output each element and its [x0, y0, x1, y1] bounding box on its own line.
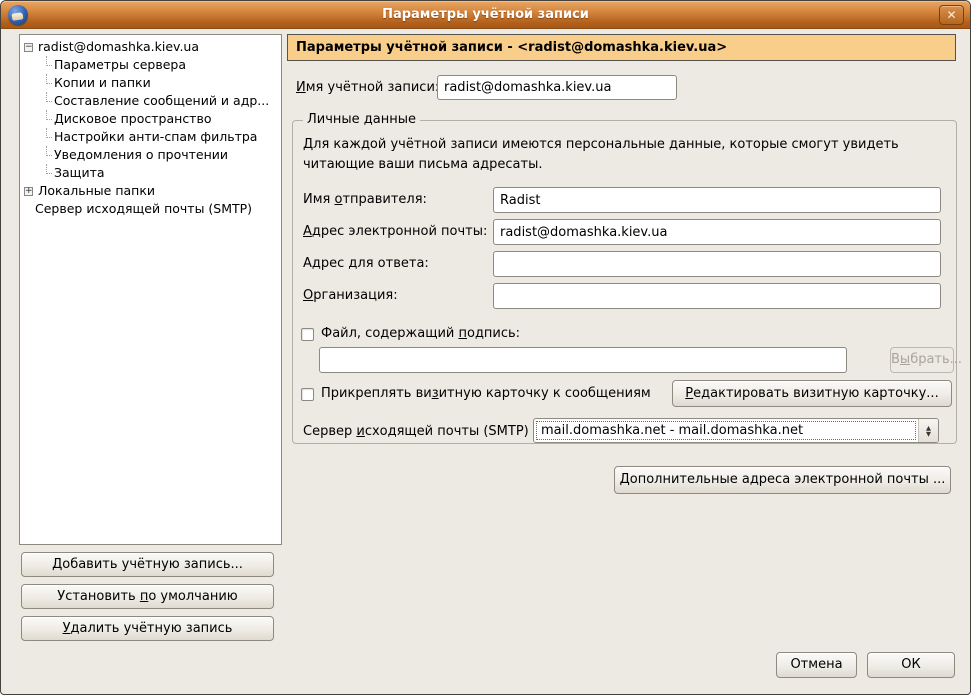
tree-connector: [46, 146, 52, 156]
tree-connector: [46, 128, 52, 138]
attach-vcard-checkbox[interactable]: [301, 388, 314, 401]
button-label-mnemonic: Р: [685, 386, 693, 401]
sender-name-input[interactable]: [493, 187, 941, 213]
tree-item-copies-folders[interactable]: Копии и папки: [20, 74, 281, 92]
reply-to-label: Адрес для ответа:: [303, 256, 429, 271]
tree-item-label: Защита: [54, 164, 105, 182]
account-name-input[interactable]: [437, 75, 677, 100]
organization-input[interactable]: [493, 283, 941, 309]
personal-data-description: Для каждой учётной записи имеются персон…: [303, 135, 928, 175]
signature-file-input[interactable]: [319, 347, 847, 373]
button-label: далить учётную запись: [70, 621, 232, 636]
tree-connector: [46, 92, 52, 102]
account-settings-dialog: Параметры учётной записи ✕ − radist@doma…: [0, 0, 971, 695]
tree-item-label: Уведомления о прочтении: [54, 146, 228, 164]
button-label: о умолчанию: [148, 589, 237, 604]
close-icon[interactable]: ✕: [939, 5, 964, 25]
window-titlebar[interactable]: Параметры учётной записи ✕: [1, 1, 970, 29]
tree-connector: [46, 110, 52, 120]
button-label-mnemonic: Д: [52, 557, 62, 572]
tree-item-label: Составление сообщений и адр...: [54, 92, 269, 110]
button-label: Установить: [57, 589, 140, 604]
cancel-button[interactable]: Отмена: [776, 652, 857, 678]
tree-item-label: Дисковое пространство: [54, 110, 211, 128]
accounts-tree[interactable]: − radist@domashka.kiev.ua Параметры серв…: [19, 34, 282, 545]
button-label-mnemonic: Д: [620, 472, 630, 487]
organization-label: Организация:: [303, 288, 398, 303]
dropdown-stepper[interactable]: ▲ ▼: [918, 419, 938, 442]
tree-item-label: Настройки анти-спам фильтра: [54, 128, 257, 146]
tree-item-security[interactable]: Защита: [20, 164, 281, 182]
button-label: едактировать визитную карточку...: [693, 386, 939, 401]
chevron-down-icon: ▼: [926, 431, 931, 437]
signature-file-checkbox[interactable]: [301, 328, 314, 341]
tree-connector: [46, 164, 52, 174]
tree-item-server-settings[interactable]: Параметры сервера: [20, 56, 281, 74]
smtp-server-selected-value: mail.domashka.net - mail.domashka.net: [536, 421, 916, 440]
tree-item-local-folders[interactable]: + Локальные папки: [20, 182, 281, 200]
tree-item-junk-settings[interactable]: Настройки анти-спам фильтра: [20, 128, 281, 146]
page-title: Параметры учётной записи - <radist@domas…: [287, 34, 956, 61]
tree-item-label: Параметры сервера: [54, 56, 186, 74]
add-account-button[interactable]: Добавить учётную запись...: [21, 552, 274, 577]
tree-item-label: Локальные папки: [38, 182, 155, 200]
reply-to-input[interactable]: [493, 251, 941, 277]
email-label: Адрес электронной почты:: [303, 224, 487, 239]
button-label: обавить учётную запись...: [62, 557, 243, 572]
sender-name-label: Имя отправителя:: [303, 192, 427, 207]
tree-connector: [46, 74, 52, 84]
email-input[interactable]: [493, 219, 941, 245]
window-title: Параметры учётной записи: [1, 1, 970, 29]
button-label: брать...: [910, 352, 962, 367]
tree-item-label: radist@domashka.kiev.ua: [38, 38, 199, 56]
button-label: ополнительные адреса электронной почты .…: [630, 472, 946, 487]
tree-item-account-root[interactable]: − radist@domashka.kiev.ua: [20, 38, 281, 56]
tree-item-label: Копии и папки: [54, 74, 151, 92]
tree-connector: [46, 56, 52, 66]
button-label-mnemonic: ы: [900, 352, 910, 367]
collapse-icon[interactable]: −: [24, 43, 33, 52]
tree-item-label: Сервер исходящей почты (SMTP): [35, 200, 252, 218]
choose-signature-button: Выбрать...: [890, 347, 954, 373]
set-default-account-button[interactable]: Установить по умолчанию: [21, 584, 274, 609]
account-name-label: Имя учётной записи:: [296, 80, 439, 95]
expand-icon[interactable]: +: [24, 187, 33, 196]
tree-item-composition[interactable]: Составление сообщений и адр...: [20, 92, 281, 110]
tree-item-disk-space[interactable]: Дисковое пространство: [20, 110, 281, 128]
personal-data-legend: Личные данные: [303, 112, 420, 127]
remove-account-button[interactable]: Удалить учётную запись: [21, 616, 274, 641]
tree-item-return-receipts[interactable]: Уведомления о прочтении: [20, 146, 281, 164]
ok-button[interactable]: ОК: [867, 652, 955, 678]
smtp-server-dropdown[interactable]: mail.domashka.net - mail.domashka.net ▲ …: [533, 418, 939, 443]
smtp-server-label: Сервер исходящей почты (SMTP): [303, 424, 529, 439]
tree-item-smtp-server[interactable]: Сервер исходящей почты (SMTP): [20, 200, 281, 218]
attach-vcard-label: Прикреплять визитную карточку к сообщени…: [321, 386, 651, 401]
button-label: В: [891, 352, 900, 367]
edit-vcard-button[interactable]: Редактировать визитную карточку...: [672, 380, 952, 407]
signature-file-label: Файл, содержащий подпись:: [321, 326, 520, 341]
additional-addresses-button[interactable]: Дополнительные адреса электронной почты …: [614, 466, 951, 494]
